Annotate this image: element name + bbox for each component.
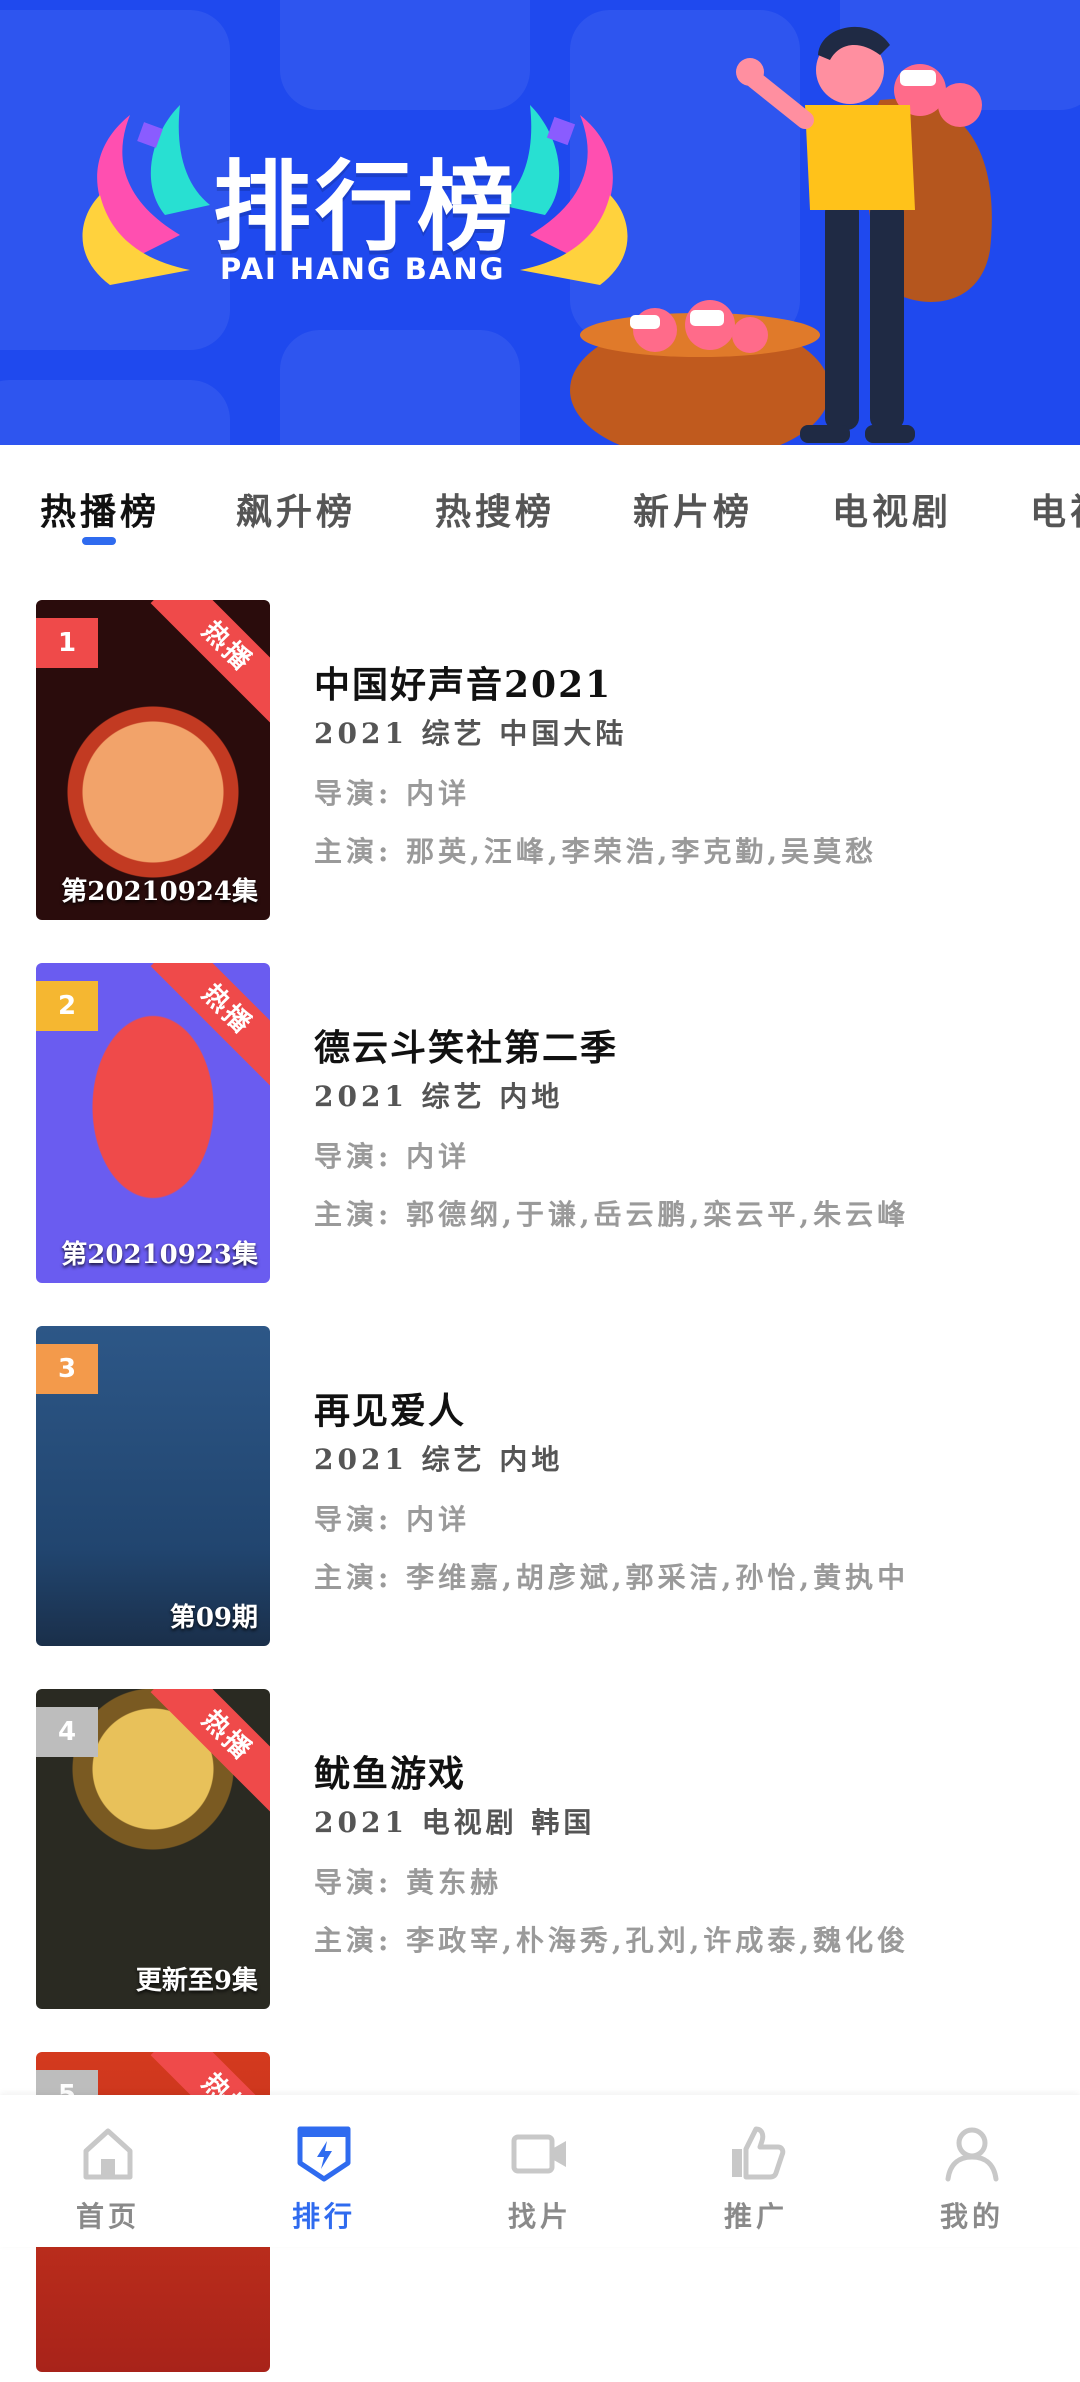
tab-tv-more[interactable]: 电视 [1030, 483, 1080, 535]
rank-badge: 3 [36, 1344, 98, 1394]
episode-label: 第09期 [169, 1603, 258, 1633]
nav-home[interactable]: 首页 [0, 2095, 216, 2247]
user-icon [945, 2127, 999, 2182]
list-item[interactable]: 2 热播 第20210923集 德云斗笑社第二季 2021 综艺 内地 导演: … [0, 963, 1080, 1293]
rank-badge: 4 [36, 1707, 98, 1757]
item-director: 导演: 内详 [314, 777, 471, 810]
item-cast: 主演: 李维嘉,胡彦斌,郭采洁,孙怡,黄执中 [314, 1561, 910, 1594]
item-title[interactable]: 再见爱人 [314, 1382, 466, 1434]
item-meta: 2021 综艺 内地 [314, 1080, 564, 1113]
banner-subtitle: PAI HANG BANG [220, 252, 506, 286]
nav-label: 首页 [75, 2200, 140, 2233]
list-item[interactable]: 4 热播 更新至9集 鱿鱼游戏 2021 电视剧 韩国 导演: 黄东赫 主演: … [0, 1689, 1080, 2019]
nav-ranking[interactable]: 排行 [216, 2095, 432, 2247]
item-title[interactable]: 中国好声音2021 [314, 656, 612, 708]
item-cast: 主演: 李政宰,朴海秀,孔刘,许成泰,魏化俊 [314, 1924, 910, 1957]
item-cast: 主演: 那英,汪峰,李荣浩,李克勤,吴莫愁 [314, 835, 878, 868]
tab-hot-search[interactable]: 热搜榜 [435, 483, 555, 535]
tab-hot-play[interactable]: 热播榜 [40, 483, 160, 535]
nav-promotion[interactable]: 推广 [648, 2095, 864, 2247]
item-meta: 2021 综艺 中国大陆 [314, 717, 628, 750]
nav-label: 我的 [939, 2200, 1004, 2233]
item-director: 导演: 内详 [314, 1140, 471, 1173]
nav-label: 推广 [723, 2200, 788, 2233]
poster-image[interactable]: 2 热播 第20210923集 [36, 963, 270, 1283]
character-illustration [570, 26, 992, 445]
bottom-navigation: 首页 排行 找片 推广 我的 [0, 2095, 1080, 2247]
item-director: 导演: 内详 [314, 1503, 471, 1536]
list-item[interactable]: 3 第09期 再见爱人 2021 综艺 内地 导演: 内详 主演: 李维嘉,胡彦… [0, 1326, 1080, 1656]
rank-badge: 2 [36, 981, 98, 1031]
poster-image[interactable]: 3 第09期 [36, 1326, 270, 1646]
tab-tv-series[interactable]: 电视剧 [832, 483, 952, 535]
episode-label: 第20210923集 [61, 1240, 258, 1270]
item-director: 导演: 黄东赫 [314, 1866, 503, 1899]
thumbs-up-icon [732, 2126, 786, 2180]
banner-title: 排行榜 [213, 151, 520, 265]
nav-label: 排行 [291, 2200, 356, 2233]
poster-image[interactable]: 4 热播 更新至9集 [36, 1689, 270, 2009]
nav-label: 找片 [507, 2200, 572, 2233]
active-tab-indicator [82, 537, 116, 545]
poster-image[interactable]: 1 热播 第20210924集 [36, 600, 270, 920]
list-item[interactable]: 1 热播 第20210924集 中国好声音2021 2021 综艺 中国大陆 导… [0, 600, 1080, 930]
nav-mine[interactable]: 我的 [864, 2095, 1080, 2247]
item-cast: 主演: 郭德纲,于谦,岳云鹏,栾云平,朱云峰 [314, 1198, 910, 1231]
item-meta: 2021 综艺 内地 [314, 1443, 564, 1476]
item-title[interactable]: 德云斗笑社第二季 [314, 1019, 618, 1071]
item-title[interactable]: 鱿鱼游戏 [314, 1745, 466, 1797]
episode-label: 更新至9集 [135, 1966, 258, 1996]
video-camera-icon [511, 2134, 566, 2174]
ranking-banner: 排行榜 PAI HANG BANG [0, 0, 1080, 445]
rank-badge: 1 [36, 618, 98, 668]
nav-find-video[interactable]: 找片 [432, 2095, 648, 2247]
home-icon [83, 2128, 133, 2180]
hot-ribbon: 热播 [150, 963, 270, 1087]
episode-label: 第20210924集 [61, 877, 258, 907]
hot-ribbon: 热播 [150, 600, 270, 724]
item-meta: 2021 电视剧 韩国 [314, 1806, 596, 1839]
hot-ribbon: 热播 [150, 1689, 270, 1813]
tab-new-release[interactable]: 新片榜 [633, 483, 753, 535]
tab-rising[interactable]: 飙升榜 [236, 483, 356, 535]
ranking-shield-icon [297, 2126, 351, 2182]
ranking-tabs: 热播榜 飙升榜 热搜榜 新片榜 电视剧 电视 [0, 445, 1080, 565]
